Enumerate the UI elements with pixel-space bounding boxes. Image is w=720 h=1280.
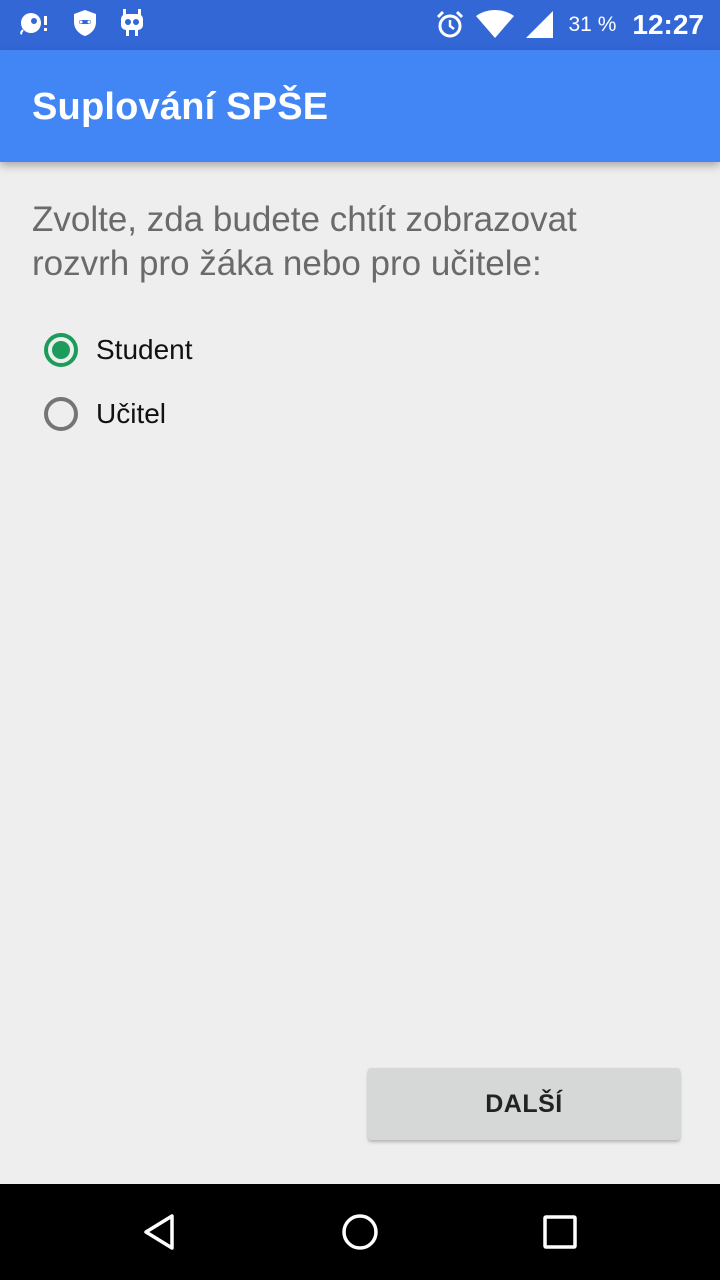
- status-system: 31 % 12:27: [435, 0, 704, 50]
- battery-percent: 31 %: [568, 13, 617, 36]
- next-button[interactable]: DALŠÍ: [368, 1068, 680, 1140]
- radio-option-student[interactable]: Student: [44, 328, 193, 372]
- shield-icon: [72, 9, 98, 42]
- radio-label-teacher: Učitel: [96, 398, 167, 429]
- status-bar: 31 % 12:27: [0, 0, 720, 50]
- prompt-text: Zvolte, zda budete chtít zobrazovat rozv…: [32, 200, 577, 283]
- clock: 12:27: [632, 9, 704, 40]
- radio-option-teacher[interactable]: Učitel: [44, 392, 166, 436]
- notification-icon: [18, 10, 52, 41]
- cyanogen-icon: [118, 8, 146, 43]
- wifi-icon: [475, 10, 515, 40]
- app-bar: Suplování SPŠE: [0, 50, 720, 162]
- signal-icon: [525, 10, 555, 40]
- app-title: Suplování SPŠE: [32, 86, 329, 128]
- recents-icon[interactable]: [532, 1204, 588, 1260]
- back-icon[interactable]: [132, 1204, 188, 1260]
- navigation-bar: [0, 1184, 720, 1280]
- status-notifications: [18, 8, 146, 43]
- alarm-icon: [435, 10, 465, 40]
- home-icon[interactable]: [332, 1204, 388, 1260]
- radio-button-checked[interactable]: [44, 333, 78, 367]
- radio-label-student: Student: [96, 334, 193, 365]
- radio-button-unchecked[interactable]: [44, 397, 78, 431]
